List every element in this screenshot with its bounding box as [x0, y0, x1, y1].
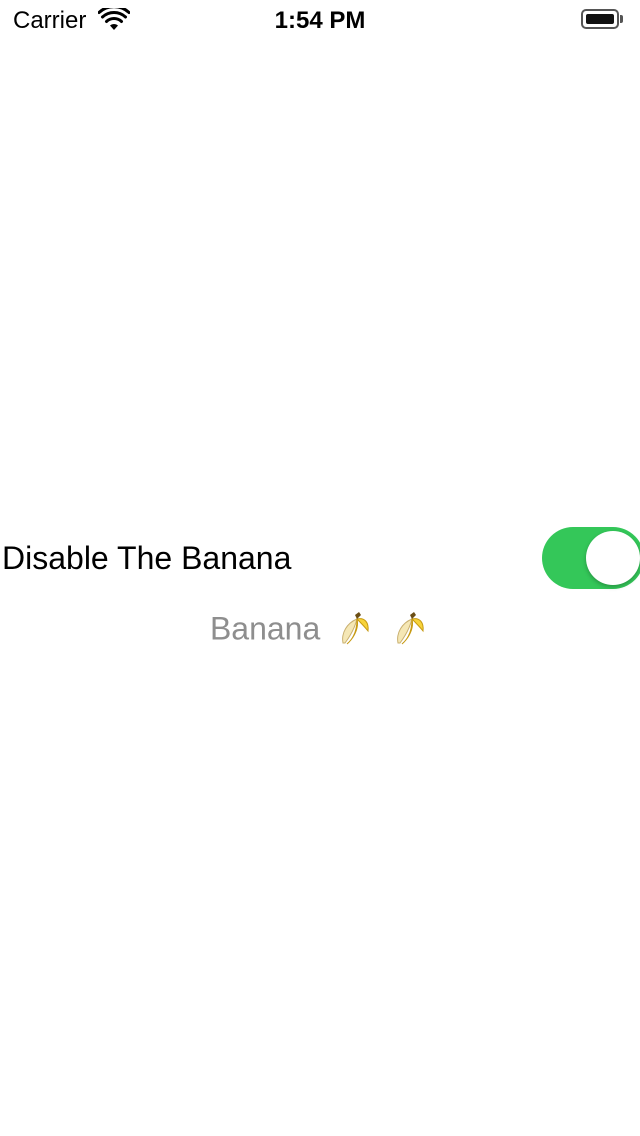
- battery-icon: [581, 9, 625, 31]
- banana-emoji-icon: [397, 611, 424, 644]
- banana-emoji-icon: [342, 611, 369, 644]
- status-time: 1:54 PM: [274, 7, 366, 34]
- disable-banana-switch[interactable]: [542, 527, 640, 589]
- banana-text: Banana: [209, 610, 321, 647]
- banana-label: Banana: [0, 606, 640, 649]
- status-bar: Carrier 1:54 PM: [0, 0, 640, 40]
- disable-banana-row: Disable The Banana: [0, 527, 640, 589]
- disable-banana-label: Disable The Banana: [2, 540, 292, 576]
- switch-knob: [586, 531, 640, 585]
